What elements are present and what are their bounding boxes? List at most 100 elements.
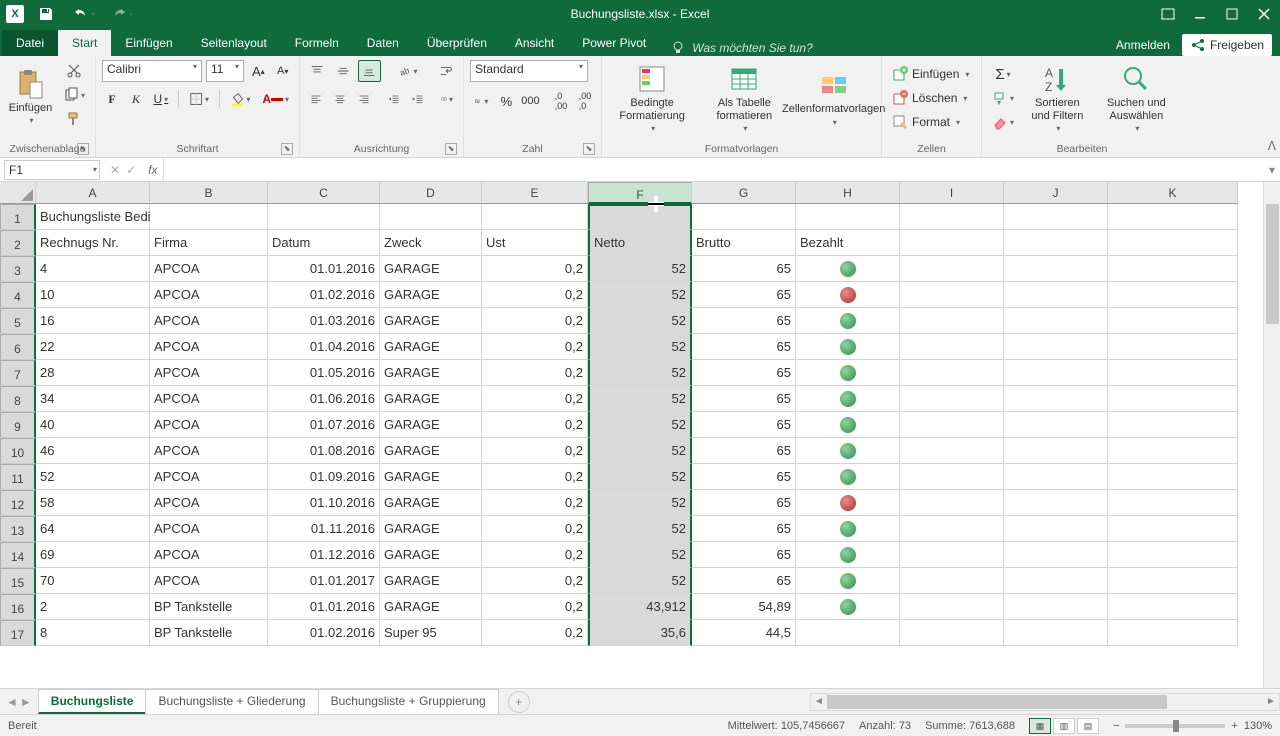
cell[interactable]: 65 [692,386,796,412]
cell[interactable]: GARAGE [380,490,482,516]
cell[interactable]: 65 [692,412,796,438]
sheet-tab[interactable]: Buchungsliste + Gliederung [145,689,318,714]
cell[interactable]: GARAGE [380,438,482,464]
cell[interactable]: APCOA [150,542,268,568]
cell[interactable]: 10 [36,282,150,308]
column-header-B[interactable]: B [150,182,268,204]
increase-decimal-button[interactable]: ,0,00 [551,88,571,114]
fx-icon[interactable]: fx [142,163,163,177]
cell[interactable]: BP Tankstelle [150,620,268,646]
cell[interactable]: Netto [588,230,692,256]
cell[interactable] [796,360,900,386]
cell[interactable] [1108,282,1238,308]
cell[interactable]: 0,2 [482,282,588,308]
column-header-I[interactable]: I [900,182,1004,204]
name-box[interactable]: F1▾ [4,160,100,180]
scrollbar-thumb[interactable] [1266,204,1279,324]
cell[interactable] [796,334,900,360]
sheet-nav-prev[interactable]: ◄ [6,695,18,709]
alignment-dialog-launcher[interactable]: ⬊ [445,143,457,155]
redo-button[interactable]: ▾ [106,0,138,28]
cell[interactable]: 52 [588,568,692,594]
enter-formula-button[interactable]: ✓ [126,163,136,177]
cell[interactable]: GARAGE [380,256,482,282]
cell[interactable] [796,568,900,594]
number-format-select[interactable]: Standard▾ [470,60,588,82]
cell[interactable]: 2 [36,594,150,620]
row-header-10[interactable]: 10 [0,438,36,464]
cell[interactable]: 52 [588,282,692,308]
cell[interactable] [900,282,1004,308]
cell[interactable] [796,438,900,464]
align-bottom-button[interactable] [358,60,380,82]
cell[interactable] [1004,568,1108,594]
cell[interactable]: 65 [692,516,796,542]
hscroll-thumb[interactable] [827,695,1167,709]
tab-überprüfen[interactable]: Überprüfen [413,30,501,56]
cell[interactable] [900,386,1004,412]
cell[interactable]: 58 [36,490,150,516]
cell[interactable]: 52 [588,438,692,464]
tab-seitenlayout[interactable]: Seitenlayout [187,30,281,56]
align-right-button[interactable] [354,88,374,110]
cell[interactable] [482,204,588,230]
fill-color-button[interactable]: ▾ [226,88,254,110]
row-header-16[interactable]: 16 [0,594,36,620]
column-header-K[interactable]: K [1108,182,1238,204]
column-header-E[interactable]: E [482,182,588,204]
cell[interactable]: 0,2 [482,386,588,412]
cell[interactable] [796,594,900,620]
align-left-button[interactable] [306,88,326,110]
conditional-formatting-button[interactable]: Bedingte Formatierung▾ [608,58,696,137]
cell[interactable]: 0,2 [482,594,588,620]
cell[interactable]: Zweck [380,230,482,256]
cell[interactable] [900,360,1004,386]
cell[interactable]: 52 [588,412,692,438]
cell[interactable]: APCOA [150,360,268,386]
cell[interactable]: GARAGE [380,412,482,438]
cell[interactable]: GARAGE [380,282,482,308]
row-header-12[interactable]: 12 [0,490,36,516]
cell[interactable] [900,230,1004,256]
sheet-nav-next[interactable]: ► [20,695,32,709]
cell[interactable] [1004,282,1108,308]
cell-styles-button[interactable]: Zellenformatvorlagen▾ [792,64,875,131]
cell[interactable]: APCOA [150,282,268,308]
cell[interactable]: 0,2 [482,412,588,438]
autosum-button[interactable]: Σ▾ [988,63,1018,86]
decrease-font-button[interactable]: A▾ [273,61,293,81]
cell[interactable]: APCOA [150,568,268,594]
cell[interactable] [1108,620,1238,646]
cell[interactable]: 01.02.2016 [268,282,380,308]
tab-ansicht[interactable]: Ansicht [501,30,568,56]
cell[interactable]: 16 [36,308,150,334]
cell[interactable]: GARAGE [380,308,482,334]
cell[interactable]: 44,5 [692,620,796,646]
cell[interactable] [380,204,482,230]
delete-cells-button[interactable]: Löschen▾ [888,87,975,109]
cell[interactable] [796,308,900,334]
cell[interactable] [1004,516,1108,542]
cell[interactable]: APCOA [150,516,268,542]
cell[interactable] [1108,230,1238,256]
cell[interactable]: 22 [36,334,150,360]
cell[interactable]: 65 [692,568,796,594]
cell[interactable]: 65 [692,438,796,464]
cell[interactable]: APCOA [150,464,268,490]
cell[interactable] [1004,204,1108,230]
cell[interactable]: 52 [588,386,692,412]
cell[interactable]: GARAGE [380,516,482,542]
cell[interactable] [900,256,1004,282]
clipboard-dialog-launcher[interactable]: ⬊ [77,143,89,155]
fill-button[interactable]: ▾ [988,88,1018,110]
cell[interactable] [796,620,900,646]
hscroll-left[interactable]: ◄ [811,696,827,707]
sheet-tab[interactable]: Buchungsliste [38,689,147,714]
hscroll-right[interactable]: ► [1263,696,1279,707]
cell[interactable] [1004,334,1108,360]
insert-cells-button[interactable]: Einfügen▾ [888,63,975,85]
cell[interactable] [1108,542,1238,568]
cell[interactable] [796,490,900,516]
cell[interactable]: 01.01.2016 [268,594,380,620]
format-painter-button[interactable] [59,108,89,130]
